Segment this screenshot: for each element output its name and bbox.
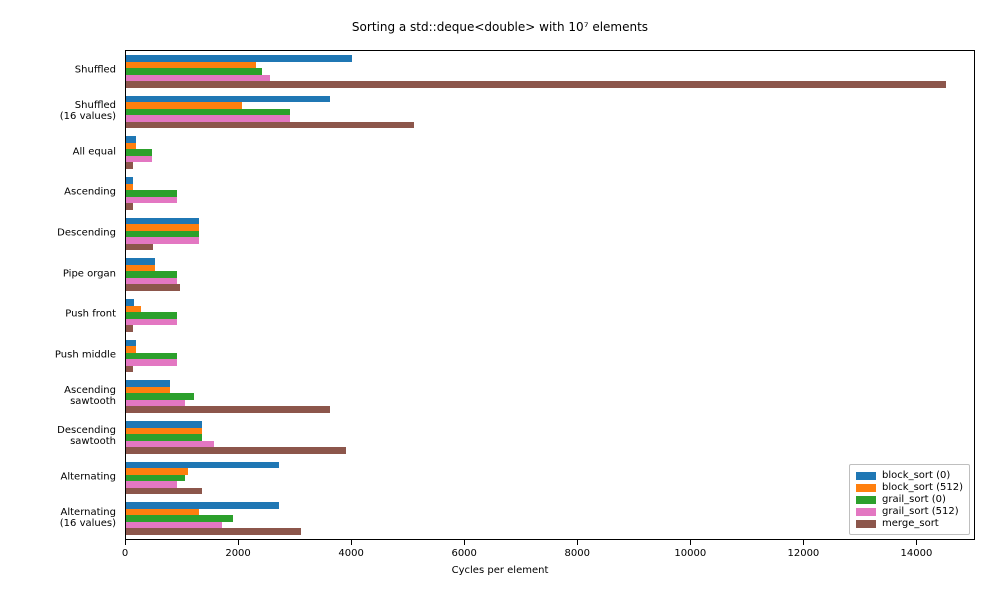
- x-tick-label: 0: [122, 548, 128, 559]
- x-tick-label: 14000: [901, 548, 933, 559]
- legend-swatch: [856, 520, 876, 528]
- chart-title: Sorting a std::deque<double> with 10⁷ el…: [0, 20, 1000, 34]
- x-tick-mark: [916, 540, 917, 545]
- bar: [126, 244, 153, 251]
- x-tick-mark: [690, 540, 691, 545]
- bar: [126, 122, 414, 129]
- legend-label: grail_sort (0): [882, 494, 946, 505]
- x-tick-label: 6000: [451, 548, 476, 559]
- bar: [126, 203, 133, 210]
- y-tick-label: Ascendingsawtooth: [6, 385, 116, 407]
- legend-swatch: [856, 472, 876, 480]
- y-tick-label: Descendingsawtooth: [6, 425, 116, 447]
- x-tick-label: 12000: [787, 548, 819, 559]
- y-tick-label: Descending: [6, 228, 116, 239]
- x-tick-label: 2000: [225, 548, 250, 559]
- y-tick-label: Ascending: [6, 187, 116, 198]
- legend-item: block_sort (0): [856, 470, 963, 481]
- legend-label: block_sort (0): [882, 470, 950, 481]
- legend-swatch: [856, 484, 876, 492]
- legend-label: grail_sort (512): [882, 506, 959, 517]
- bar: [126, 359, 177, 366]
- x-tick-mark: [464, 540, 465, 545]
- bar: [126, 406, 330, 413]
- x-tick-mark: [125, 540, 126, 545]
- bar: [126, 319, 177, 326]
- bar: [126, 325, 133, 332]
- x-tick-label: 8000: [565, 548, 590, 559]
- plot-area: [125, 50, 975, 540]
- legend-label: merge_sort: [882, 518, 939, 529]
- bar: [126, 81, 946, 88]
- bar: [126, 447, 346, 454]
- bar: [126, 366, 133, 373]
- x-tick-mark: [803, 540, 804, 545]
- legend-item: grail_sort (512): [856, 506, 963, 517]
- legend-swatch: [856, 508, 876, 516]
- x-tick-label: 10000: [674, 548, 706, 559]
- y-tick-label: Shuffled(16 values): [6, 100, 116, 122]
- chart-figure: Sorting a std::deque<double> with 10⁷ el…: [0, 0, 1000, 600]
- y-tick-label: Pipe organ: [6, 268, 116, 279]
- legend-item: merge_sort: [856, 518, 963, 529]
- bar: [126, 528, 301, 535]
- y-tick-label: Alternating: [6, 472, 116, 483]
- bar: [126, 162, 133, 169]
- x-axis-label: Cycles per element: [0, 565, 1000, 576]
- x-tick-mark: [351, 540, 352, 545]
- legend: block_sort (0)block_sort (512)grail_sort…: [849, 464, 970, 535]
- legend-label: block_sort (512): [882, 482, 963, 493]
- bar: [126, 488, 202, 495]
- bar: [126, 284, 180, 291]
- y-tick-label: Alternating(16 values): [6, 507, 116, 529]
- legend-item: block_sort (512): [856, 482, 963, 493]
- legend-item: grail_sort (0): [856, 494, 963, 505]
- y-tick-label: All equal: [6, 146, 116, 157]
- y-tick-label: Shuffled: [6, 65, 116, 76]
- bars-layer: [126, 51, 974, 539]
- legend-swatch: [856, 496, 876, 504]
- y-tick-label: Push middle: [6, 350, 116, 361]
- title-prefix: Sorting a std::deque<double> with 10⁷ el…: [352, 20, 648, 34]
- y-tick-label: Push front: [6, 309, 116, 320]
- bar: [126, 197, 177, 204]
- x-tick-label: 4000: [338, 548, 363, 559]
- x-tick-mark: [238, 540, 239, 545]
- x-tick-mark: [577, 540, 578, 545]
